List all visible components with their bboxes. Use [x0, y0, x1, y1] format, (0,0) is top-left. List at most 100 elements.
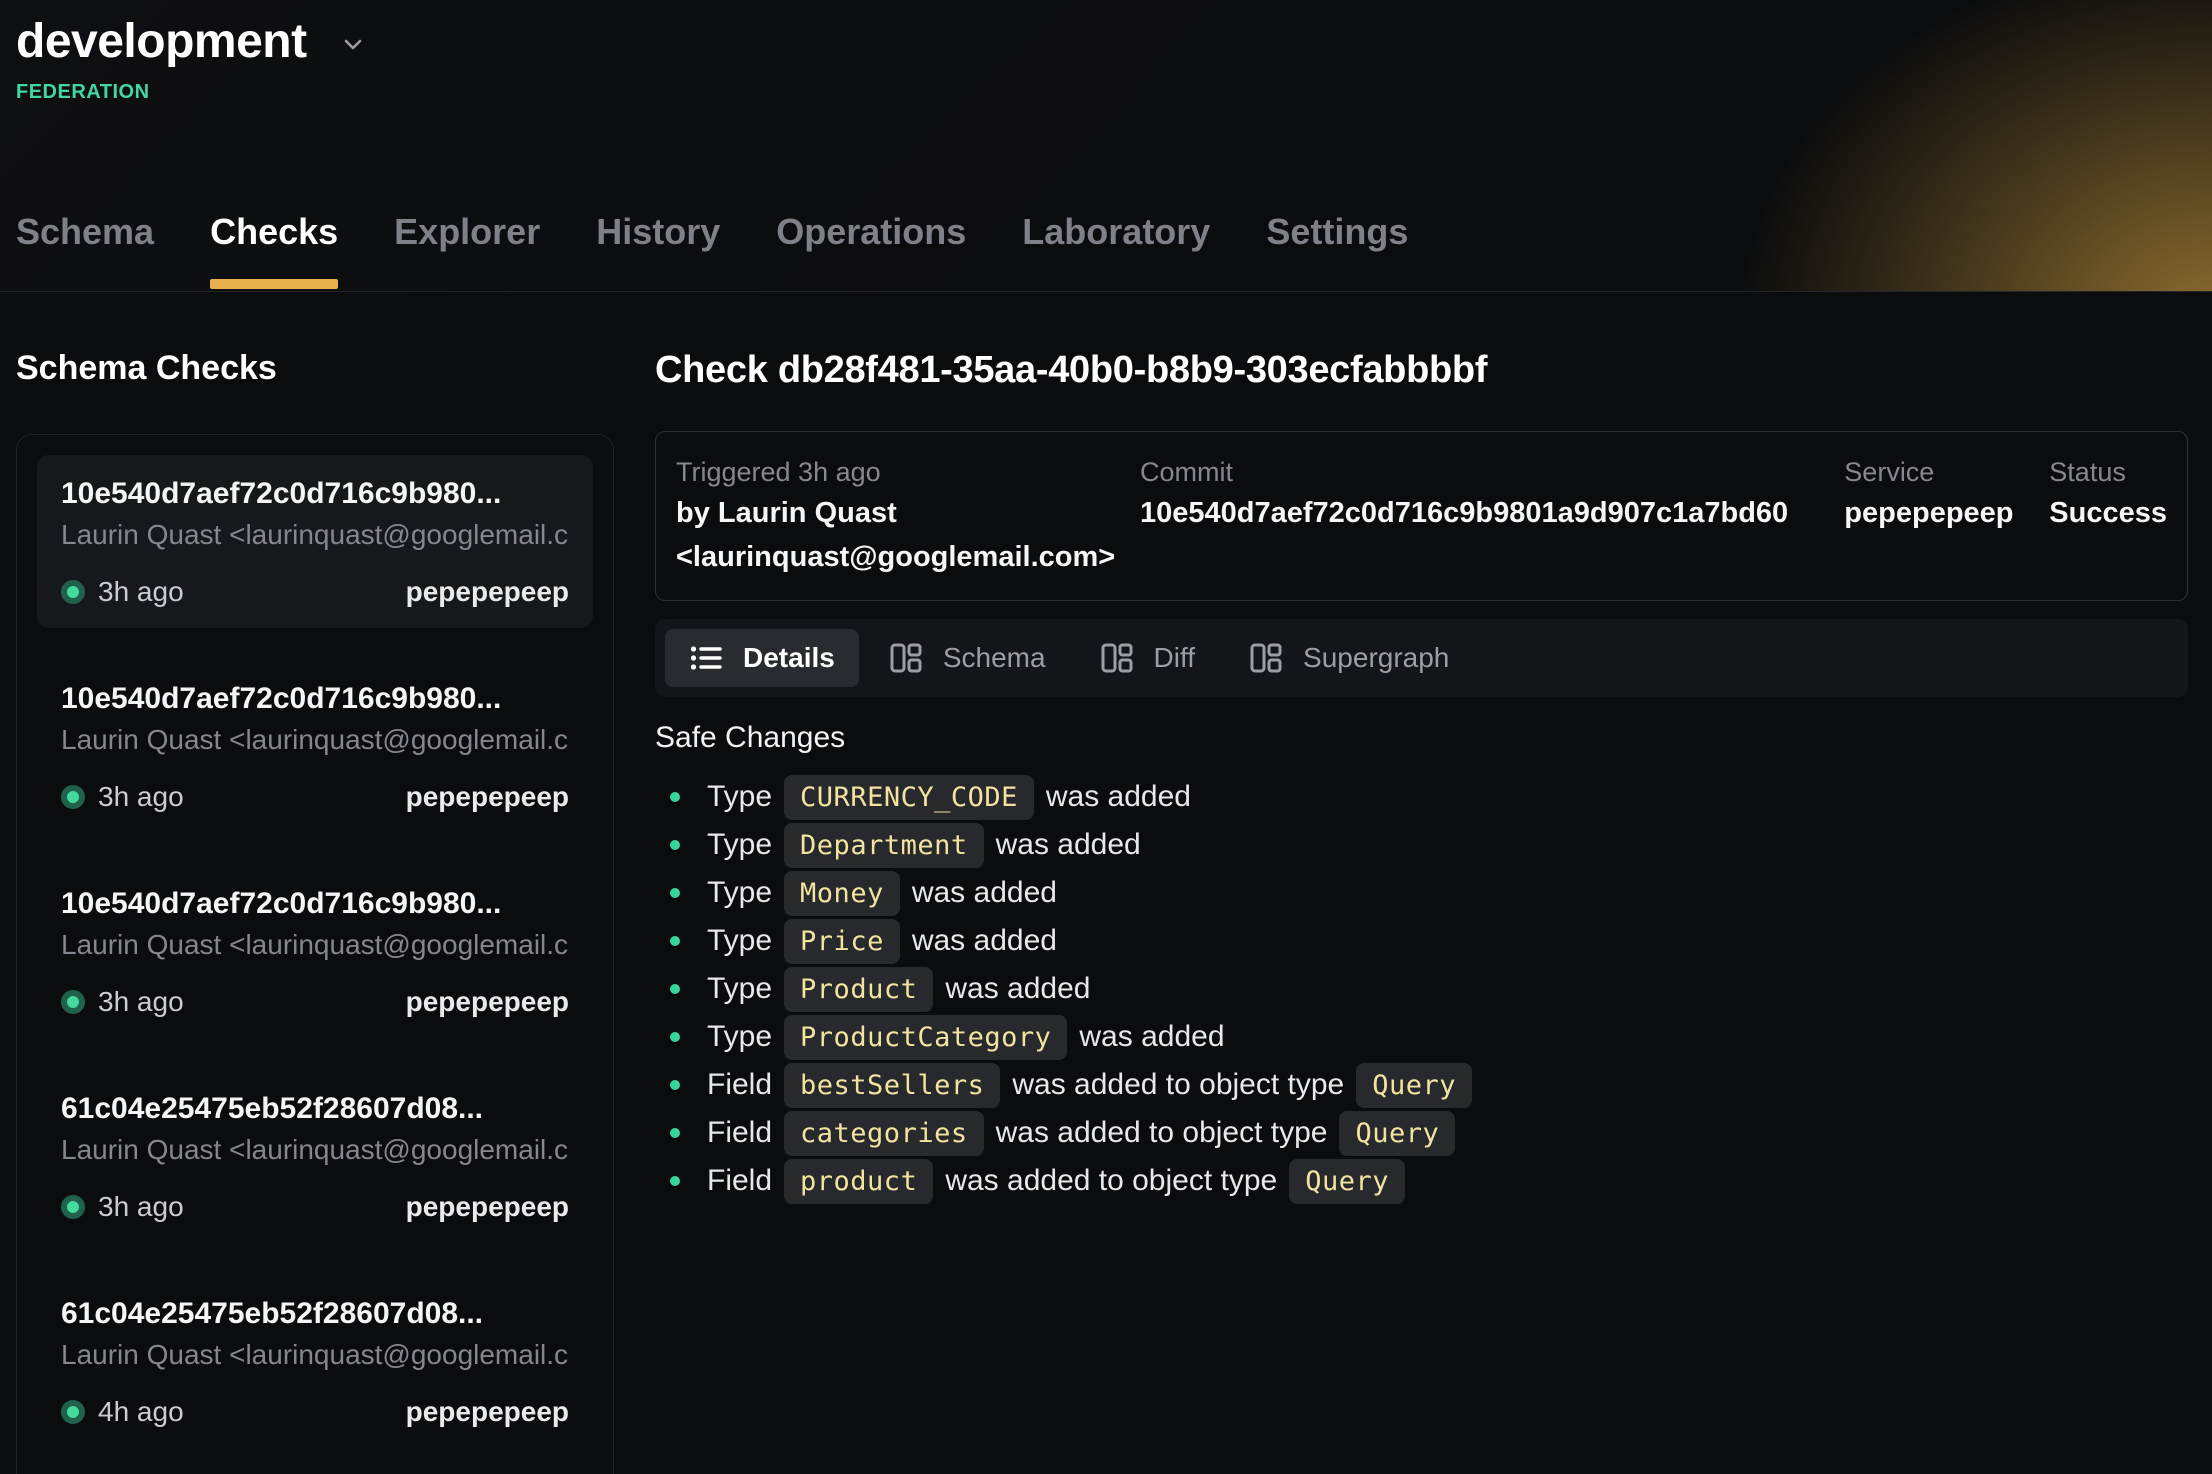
nav-tab[interactable]: Laboratory — [1022, 211, 1210, 291]
check-card[interactable]: 61c04e25475eb52f28607d08... Laurin Quast… — [37, 1275, 593, 1448]
summary-commit: Commit 10e540d7aef72c0d716c9b9801a9d907c… — [1140, 456, 1844, 532]
commit-label: Commit — [1140, 456, 1844, 488]
check-card[interactable]: 10e540d7aef72c0d716c9b980... Laurin Quas… — [37, 455, 593, 628]
check-time: 4h ago — [98, 1396, 184, 1428]
check-author: Laurin Quast <laurinquast@googlemail.co.… — [61, 1133, 569, 1167]
status-dot-icon — [61, 990, 85, 1014]
detail-tab-label: Schema — [943, 641, 1046, 675]
nav-tab[interactable]: History — [596, 211, 720, 291]
detail-tabs: Details Schema — [655, 619, 2188, 697]
change-text: was added — [1046, 780, 1191, 814]
check-author: Laurin Quast <laurinquast@googlemail.co.… — [61, 518, 569, 552]
check-time: 3h ago — [98, 781, 184, 813]
check-id: 10e540d7aef72c0d716c9b980... — [61, 680, 569, 718]
bullet-icon — [670, 1032, 680, 1042]
service-name: pepepepeep — [1844, 494, 2049, 532]
change-kind: Type — [707, 972, 772, 1006]
change-row: Type CURRENCY_CODE was added — [655, 773, 2188, 821]
check-detail-title: Check db28f481-35aa-40b0-b8b9-303ecfabbb… — [655, 349, 2188, 392]
summary-triggered: Triggered 3h ago by Laurin Quast <laurin… — [676, 456, 1140, 576]
change-code-chip: ProductCategory — [784, 1015, 1067, 1060]
detail-tab[interactable]: Diff — [1076, 629, 1220, 687]
change-kind: Type — [707, 828, 772, 862]
status-value: Success — [2049, 494, 2167, 532]
change-text: was added — [945, 972, 1090, 1006]
detail-tab[interactable]: Details — [665, 629, 859, 687]
change-target-chip: Query — [1356, 1063, 1472, 1108]
change-code-chip: Money — [784, 871, 900, 916]
change-kind: Type — [707, 924, 772, 958]
check-meta: 4h ago pepepepeep — [61, 1396, 569, 1428]
safe-changes-title: Safe Changes — [655, 721, 2188, 755]
header: development FEDERATION Schema Checks Exp… — [0, 0, 2212, 292]
change-kind: Type — [707, 780, 772, 814]
triggered-label: Triggered 3h ago — [676, 456, 1140, 488]
status-dot-icon — [61, 580, 85, 604]
nav-tabs: Schema Checks Explorer History Operation… — [16, 211, 1408, 291]
detail-tab[interactable]: Supergraph — [1225, 629, 1473, 687]
bullet-icon — [670, 840, 680, 850]
change-code-chip: CURRENCY_CODE — [784, 775, 1034, 820]
change-row: Type Money was added — [655, 869, 2188, 917]
change-text: was added — [996, 828, 1141, 862]
status-dot-icon — [61, 785, 85, 809]
detail-tab-label: Details — [743, 641, 835, 675]
nav-tab[interactable]: Checks — [210, 211, 338, 291]
triggered-by: by Laurin Quast — [676, 494, 1140, 532]
change-kind: Field — [707, 1164, 772, 1198]
check-meta: 3h ago pepepepeep — [61, 576, 569, 608]
check-time: 3h ago — [98, 576, 184, 608]
change-row: Type Product was added — [655, 965, 2188, 1013]
commit-hash: 10e540d7aef72c0d716c9b9801a9d907c1a7bd60 — [1140, 494, 1844, 532]
change-target-chip: Query — [1339, 1111, 1455, 1156]
status-dot-icon — [61, 1400, 85, 1424]
nav-tab[interactable]: Explorer — [394, 211, 540, 291]
summary-service: Service pepepepeep — [1844, 456, 2049, 532]
detail-tab[interactable]: Schema — [865, 629, 1070, 687]
columns-icon — [889, 641, 923, 675]
columns-icon — [1100, 641, 1134, 675]
change-row: Type ProductCategory was added — [655, 1013, 2188, 1061]
check-id: 61c04e25475eb52f28607d08... — [61, 1090, 569, 1128]
check-service: pepepepeep — [406, 986, 569, 1018]
check-time: 3h ago — [98, 1191, 184, 1223]
change-text: was added — [1079, 1020, 1224, 1054]
bullet-icon — [670, 792, 680, 802]
change-target-chip: Query — [1289, 1159, 1405, 1204]
app: development FEDERATION Schema Checks Exp… — [0, 0, 2212, 1474]
check-service: pepepepeep — [406, 1396, 569, 1428]
triggered-email: <laurinquast@googlemail.com> — [676, 538, 1140, 576]
change-row: Field bestSellers was added to object ty… — [655, 1061, 2188, 1109]
check-service: pepepepeep — [406, 576, 569, 608]
check-card[interactable]: 10e540d7aef72c0d716c9b980... Laurin Quas… — [37, 865, 593, 1038]
check-id: 10e540d7aef72c0d716c9b980... — [61, 475, 569, 513]
change-row: Type Department was added — [655, 821, 2188, 869]
check-author: Laurin Quast <laurinquast@googlemail.co.… — [61, 723, 569, 757]
change-kind: Field — [707, 1068, 772, 1102]
change-row: Type Price was added — [655, 917, 2188, 965]
checks-list: 10e540d7aef72c0d716c9b980... Laurin Quas… — [16, 434, 614, 1474]
change-code-chip: Product — [784, 967, 933, 1012]
nav-tab[interactable]: Operations — [776, 211, 966, 291]
check-card[interactable]: 10e540d7aef72c0d716c9b980... Laurin Quas… — [37, 660, 593, 833]
change-text: was added to object type — [996, 1116, 1328, 1150]
schema-checks-sidebar: Schema Checks 10e540d7aef72c0d716c9b980.… — [0, 292, 614, 1474]
check-service: pepepepeep — [406, 781, 569, 813]
sidebar-title: Schema Checks — [16, 349, 614, 388]
detail-tab-label: Supergraph — [1303, 641, 1449, 675]
check-meta: 3h ago pepepepeep — [61, 781, 569, 813]
bullet-icon — [670, 936, 680, 946]
change-code-chip: Department — [784, 823, 984, 868]
nav-tab[interactable]: Settings — [1266, 211, 1408, 291]
change-code-chip: Price — [784, 919, 900, 964]
change-text: was added — [912, 876, 1057, 910]
status-label: Status — [2049, 456, 2167, 488]
change-text: was added to object type — [945, 1164, 1277, 1198]
check-author: Laurin Quast <laurinquast@googlemail.co.… — [61, 1338, 569, 1372]
change-kind: Type — [707, 1020, 772, 1054]
project-switcher-button[interactable] — [339, 30, 367, 63]
check-author: Laurin Quast <laurinquast@googlemail.co.… — [61, 928, 569, 962]
columns-icon — [1249, 641, 1283, 675]
check-card[interactable]: 61c04e25475eb52f28607d08... Laurin Quast… — [37, 1070, 593, 1243]
nav-tab[interactable]: Schema — [16, 211, 154, 291]
